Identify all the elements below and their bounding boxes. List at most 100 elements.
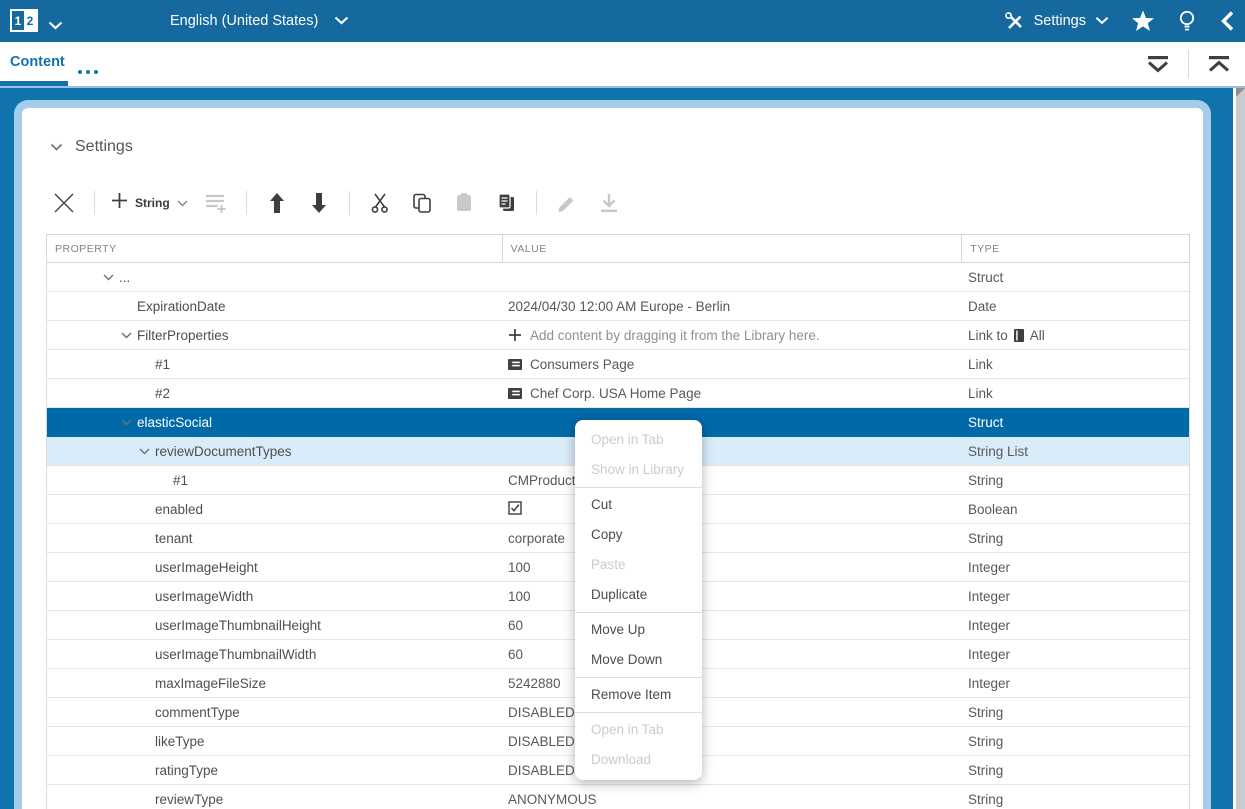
property-name: ...: [119, 270, 130, 285]
type-cell: Link: [962, 350, 1189, 378]
lightbulb-icon[interactable]: [1177, 10, 1197, 33]
application-window: 1 2 English (United States): [0, 0, 1245, 809]
toolbar-divider: [246, 191, 247, 215]
tab-content[interactable]: Content: [10, 42, 65, 82]
property-type: Link to: [968, 328, 1008, 343]
context-menu-item-duplicate[interactable]: Duplicate: [575, 580, 702, 610]
table-row[interactable]: FilterProperties Add content by dragging …: [47, 321, 1189, 350]
favorites-star-icon[interactable]: [1131, 10, 1155, 32]
move-down-icon[interactable]: [305, 189, 333, 217]
locale-chevron-down-icon[interactable]: [48, 17, 63, 35]
tree-chevron-down-icon[interactable]: [103, 274, 119, 281]
expand-panel-down-icon[interactable]: [1144, 55, 1172, 73]
property-type: Integer: [968, 618, 1010, 633]
language-chevron-down-icon: [334, 13, 349, 29]
toolbar-divider: [94, 191, 95, 215]
type-cell: String: [962, 524, 1189, 552]
property-value: 5242880: [508, 676, 561, 691]
context-menu-item-open-in-tab: Open in Tab: [575, 715, 702, 745]
property-cell: #1: [47, 350, 502, 378]
scrollbar-grip: [1236, 88, 1245, 97]
type-cell: Integer: [962, 640, 1189, 668]
toolbar-divider: [536, 191, 537, 215]
type-cell: String List: [962, 437, 1189, 465]
property-name: #1: [155, 357, 170, 372]
context-menu-item-move-up[interactable]: Move Up: [575, 615, 702, 645]
language-label: English (United States): [170, 13, 318, 29]
property-value: DISABLED: [508, 705, 575, 720]
move-up-icon[interactable]: [263, 189, 291, 217]
tree-chevron-down-icon[interactable]: [121, 332, 137, 339]
cut-icon[interactable]: [366, 189, 394, 217]
locale-badge-primary: 1: [12, 11, 24, 30]
property-type: String List: [968, 444, 1028, 459]
property-cell: reviewDocumentTypes: [47, 437, 502, 465]
tree-chevron-down-icon[interactable]: [139, 448, 155, 455]
column-header-property[interactable]: PROPERTY: [47, 235, 503, 262]
table-row[interactable]: ... Struct: [47, 263, 1189, 292]
property-type: Struct: [968, 415, 1003, 430]
column-header-value[interactable]: VALUE: [503, 235, 963, 262]
collapse-panel-up-icon[interactable]: [1205, 55, 1233, 73]
drop-hint-text: Add content by dragging it from the Libr…: [530, 328, 820, 343]
paste-icon: [450, 189, 478, 217]
context-menu-item-move-down[interactable]: Move Down: [575, 645, 702, 675]
property-cell: FilterProperties: [47, 321, 502, 349]
top-bar: 1 2 English (United States): [0, 0, 1245, 42]
settings-section-header[interactable]: Settings: [50, 138, 133, 156]
type-cell: String: [962, 727, 1189, 755]
property-value: 2024/04/30 12:00 AM Europe - Berlin: [508, 299, 730, 314]
context-menu-item-cut[interactable]: Cut: [575, 490, 702, 520]
value-cell: DISABLED: [502, 756, 962, 784]
context-menu-item-download: Download: [575, 745, 702, 775]
context-menu-item-paste: Paste: [575, 550, 702, 580]
context-menu-item-remove-item[interactable]: Remove Item: [575, 680, 702, 710]
type-cell: Boolean: [962, 495, 1189, 523]
value-cell[interactable]: [502, 495, 962, 523]
tree-chevron-down-icon[interactable]: [121, 419, 137, 426]
delete-icon[interactable]: [50, 189, 78, 217]
settings-menu[interactable]: Settings: [1004, 11, 1109, 32]
property-type: Struct: [968, 270, 1003, 285]
property-name: likeType: [155, 734, 205, 749]
property-value: ANONYMOUS: [508, 792, 597, 807]
language-selector[interactable]: English (United States): [170, 0, 349, 42]
vertical-scrollbar[interactable]: [1233, 88, 1245, 809]
value-cell: DISABLED: [502, 698, 962, 726]
add-property-button[interactable]: String: [111, 192, 188, 214]
type-cell: String: [962, 756, 1189, 784]
linked-content-title[interactable]: Consumers Page: [530, 357, 634, 372]
value-cell: Chef Corp. USA Home Page: [502, 379, 962, 407]
tab-options-dots-icon[interactable]: [78, 70, 98, 74]
add-type-label: String: [135, 196, 170, 210]
table-row[interactable]: #2Chef Corp. USA Home PageLink: [47, 379, 1189, 408]
checkbox-checked-icon[interactable]: [508, 501, 522, 518]
locale-badge[interactable]: 1 2: [10, 9, 38, 32]
table-row[interactable]: reviewTypeANONYMOUSString: [47, 785, 1189, 809]
add-multiple-icon: [202, 189, 230, 217]
value-cell: 60: [502, 640, 962, 668]
property-type: Link: [968, 386, 993, 401]
property-type: Integer: [968, 560, 1010, 575]
paste-multiple-icon[interactable]: [492, 189, 520, 217]
context-menu-item-open-in-tab: Open in Tab: [575, 425, 702, 455]
property-type: String: [968, 705, 1003, 720]
type-cell: Link: [962, 379, 1189, 407]
settings-label: Settings: [1034, 13, 1086, 29]
settings-chevron-down-icon: [1095, 13, 1109, 29]
property-name: userImageThumbnailHeight: [155, 618, 321, 633]
table-row[interactable]: #1 Consumers Page Link: [47, 350, 1189, 379]
column-header-type[interactable]: TYPE: [962, 235, 1189, 262]
property-name: userImageWidth: [155, 589, 253, 604]
collapse-left-icon[interactable]: [1219, 10, 1235, 32]
copy-icon[interactable]: [408, 189, 436, 217]
struct-toolbar: String: [50, 186, 623, 220]
context-menu-item-copy[interactable]: Copy: [575, 520, 702, 550]
context-menu-item-show-in-library: Show in Library: [575, 455, 702, 485]
property-cell: elasticSocial: [47, 408, 502, 436]
value-cell: corporate: [502, 524, 962, 552]
table-row[interactable]: ExpirationDate2024/04/30 12:00 AM Europe…: [47, 292, 1189, 321]
linked-content-title[interactable]: Chef Corp. USA Home Page: [530, 386, 701, 401]
value-cell: DISABLED: [502, 727, 962, 755]
value-cell: [502, 263, 962, 291]
